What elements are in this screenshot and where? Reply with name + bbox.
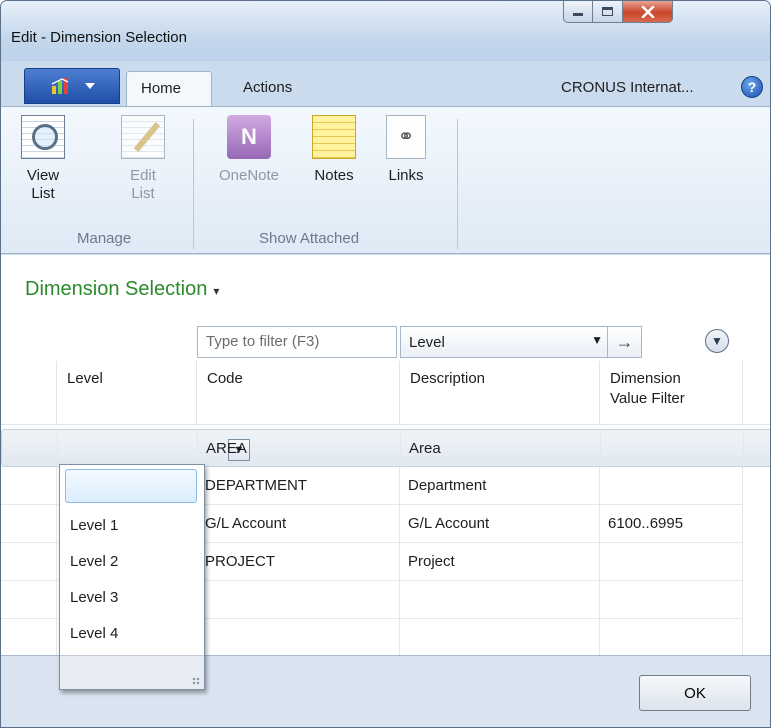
title-bar: Edit - Dimension Selection (1, 1, 770, 61)
dropdown-option-level-3[interactable]: Level 3 (60, 581, 204, 617)
links-label: Links (388, 167, 424, 184)
tab-actions[interactable]: Actions (229, 71, 306, 107)
app-menu-button[interactable] (24, 68, 120, 104)
description-cell[interactable]: Area (401, 430, 601, 468)
minimize-icon (573, 13, 583, 16)
column-header-description[interactable]: Description (400, 361, 600, 425)
page-title-text: Dimension Selection (25, 278, 208, 300)
arrow-right-icon[interactable]: → (607, 327, 641, 357)
onenote-button[interactable]: N OneNote (211, 115, 287, 185)
caret-down-icon: ▾ (213, 284, 220, 298)
edit-list-label-2: List (131, 185, 155, 202)
row-selector[interactable] (1, 505, 57, 543)
table-row[interactable]: ▼ AREA Area (1, 429, 770, 468)
header-line-2: Value Filter (610, 390, 685, 407)
empty-cell (400, 619, 600, 657)
window-title: Edit - Dimension Selection (11, 29, 187, 46)
row-selector (1, 581, 57, 619)
close-icon (641, 5, 654, 18)
edit-list-icon (121, 115, 165, 159)
tab-home[interactable]: Home (126, 71, 212, 107)
header-line-1: Dimension (610, 370, 681, 387)
chevron-down-icon: ▼ (591, 333, 603, 347)
empty-cell (197, 581, 400, 619)
edit-list-label-1: Edit (130, 167, 156, 184)
row-selector[interactable] (2, 430, 58, 468)
notes-icon (312, 115, 356, 159)
dropdown-option-level-2[interactable]: Level 2 (60, 545, 204, 581)
resize-grip[interactable] (60, 655, 204, 689)
empty-cell (600, 619, 743, 657)
filter-cell[interactable] (601, 430, 744, 468)
group-label-show-attached: Show Attached (259, 230, 360, 247)
view-list-label-1: View (26, 167, 60, 184)
row-selector (1, 619, 57, 657)
dropdown-option-blank[interactable] (65, 469, 197, 503)
company-name[interactable]: CRONUS Internat... (561, 79, 694, 96)
filter-field-select[interactable]: Level ▼ → (400, 326, 642, 358)
header-filler (743, 361, 770, 425)
notes-button[interactable]: Notes (306, 115, 362, 185)
level-cell[interactable]: ▼ (58, 430, 250, 468)
row-selector[interactable] (1, 543, 57, 581)
dropdown-option-level-1[interactable]: Level 1 (60, 509, 204, 545)
help-icon[interactable]: ? (741, 76, 763, 98)
column-header-level[interactable]: Level (57, 361, 197, 425)
chevron-down-icon (85, 83, 95, 89)
app-menu-icon (51, 78, 69, 94)
code-cell[interactable]: DEPARTMENT (197, 467, 400, 505)
maximize-icon (602, 7, 613, 16)
filter-cell[interactable] (600, 467, 743, 505)
description-cell[interactable]: G/L Account (400, 505, 600, 543)
group-label-manage: Manage (77, 230, 132, 247)
filter-cell[interactable] (600, 543, 743, 581)
notes-label: Notes (314, 167, 354, 184)
code-cell[interactable]: PROJECT (197, 543, 400, 581)
expand-filter-button[interactable]: ▼ (705, 329, 729, 353)
filter-input[interactable]: Type to filter (F3) (197, 326, 397, 358)
row-selector[interactable] (1, 467, 57, 505)
group-separator (193, 119, 194, 249)
onenote-icon: N (227, 115, 271, 159)
onenote-label: OneNote (218, 167, 280, 184)
page-title[interactable]: Dimension Selection ▾ (25, 278, 219, 301)
maximize-button[interactable] (593, 1, 623, 23)
empty-cell (600, 581, 743, 619)
description-cell[interactable]: Project (400, 543, 600, 581)
view-list-icon (21, 115, 65, 159)
view-list-label-2: List (31, 185, 55, 202)
column-header-code[interactable]: Code (197, 361, 400, 425)
links-icon: ⚭ (386, 115, 426, 159)
code-cell[interactable]: G/L Account (197, 505, 400, 543)
chevron-down-icon: ▼ (711, 334, 723, 348)
group-separator (457, 119, 458, 249)
view-list-button[interactable]: View List (13, 115, 73, 203)
links-button[interactable]: ⚭ Links (381, 115, 431, 185)
empty-cell (197, 619, 400, 657)
empty-cell (400, 581, 600, 619)
level-dropdown-list: Level 1 Level 2 Level 3 Level 4 (59, 464, 205, 690)
filter-cell[interactable]: 6100..6995 (600, 505, 743, 543)
column-header-dimension-value-filter[interactable]: Dimension Value Filter (600, 361, 743, 425)
close-button[interactable] (623, 1, 673, 23)
row-selector-header (1, 361, 57, 425)
filter-field-value: Level (409, 334, 445, 351)
edit-list-button[interactable]: Edit List (113, 115, 173, 203)
description-cell[interactable]: Department (400, 467, 600, 505)
code-cell[interactable]: AREA (198, 430, 401, 468)
minimize-button[interactable] (563, 1, 593, 23)
dropdown-option-level-4[interactable]: Level 4 (60, 617, 204, 653)
dialog-window: Edit - Dimension Selection Home Actions … (0, 0, 771, 728)
ribbon-panel: View List Edit List Manage N OneNote Not… (1, 106, 770, 254)
ok-button[interactable]: OK (639, 675, 751, 711)
